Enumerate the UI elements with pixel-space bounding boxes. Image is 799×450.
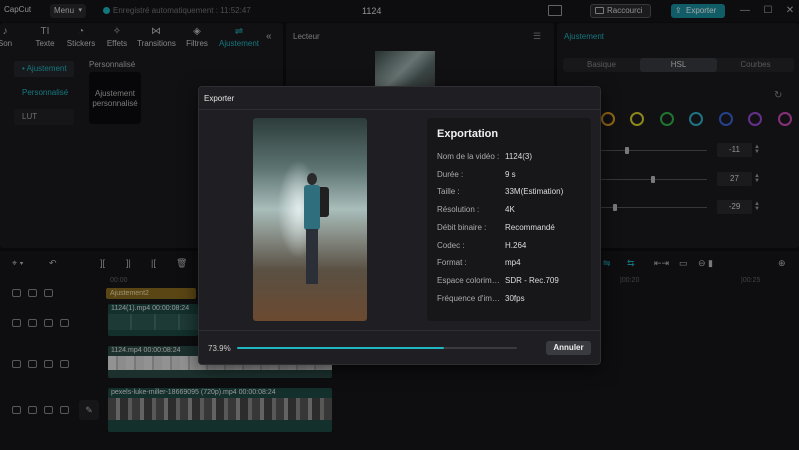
info-label: Taille : (437, 187, 460, 197)
info-label: Résolution : (437, 205, 480, 215)
export-dialog: Exporter Exportation Nom de la vidéo : 11… (198, 86, 601, 365)
cancel-button[interactable]: Annuler (546, 341, 591, 355)
info-label: Débit binaire : (437, 222, 487, 232)
info-label: Durée : (437, 169, 464, 179)
info-value: 9 s (505, 169, 516, 179)
photographer-figure (301, 173, 329, 293)
info-value: mp4 (505, 258, 521, 268)
info-value: 30fps (505, 293, 525, 303)
legs (306, 229, 318, 284)
info-value: 4K (505, 205, 515, 215)
info-label: Format : (437, 258, 467, 268)
info-label: Fréquence d'images : (437, 293, 501, 303)
info-value: H.264 (505, 240, 527, 250)
info-value: SDR - Rec.709 (505, 275, 559, 285)
progress-percent: 73.9% (208, 344, 231, 353)
info-value: 33M(Estimation) (505, 187, 564, 197)
head (307, 173, 317, 185)
info-value: Recommandé (505, 222, 555, 232)
dialog-title: Exporter (204, 94, 235, 103)
export-info-title: Exportation (437, 128, 499, 140)
info-label: Nom de la vidéo : (437, 152, 500, 161)
progress-fill (237, 347, 444, 349)
divider (199, 330, 600, 331)
jacket (304, 185, 320, 230)
info-value: 1124(3) (505, 152, 532, 161)
divider (199, 109, 600, 110)
progress-bar (237, 347, 517, 349)
info-label: Espace colorimétrique : (437, 275, 501, 285)
export-preview-image (253, 118, 367, 321)
info-label: Codec : (437, 240, 465, 250)
export-info-panel: Exportation Nom de la vidéo : 1124(3) Duré… (427, 118, 591, 321)
